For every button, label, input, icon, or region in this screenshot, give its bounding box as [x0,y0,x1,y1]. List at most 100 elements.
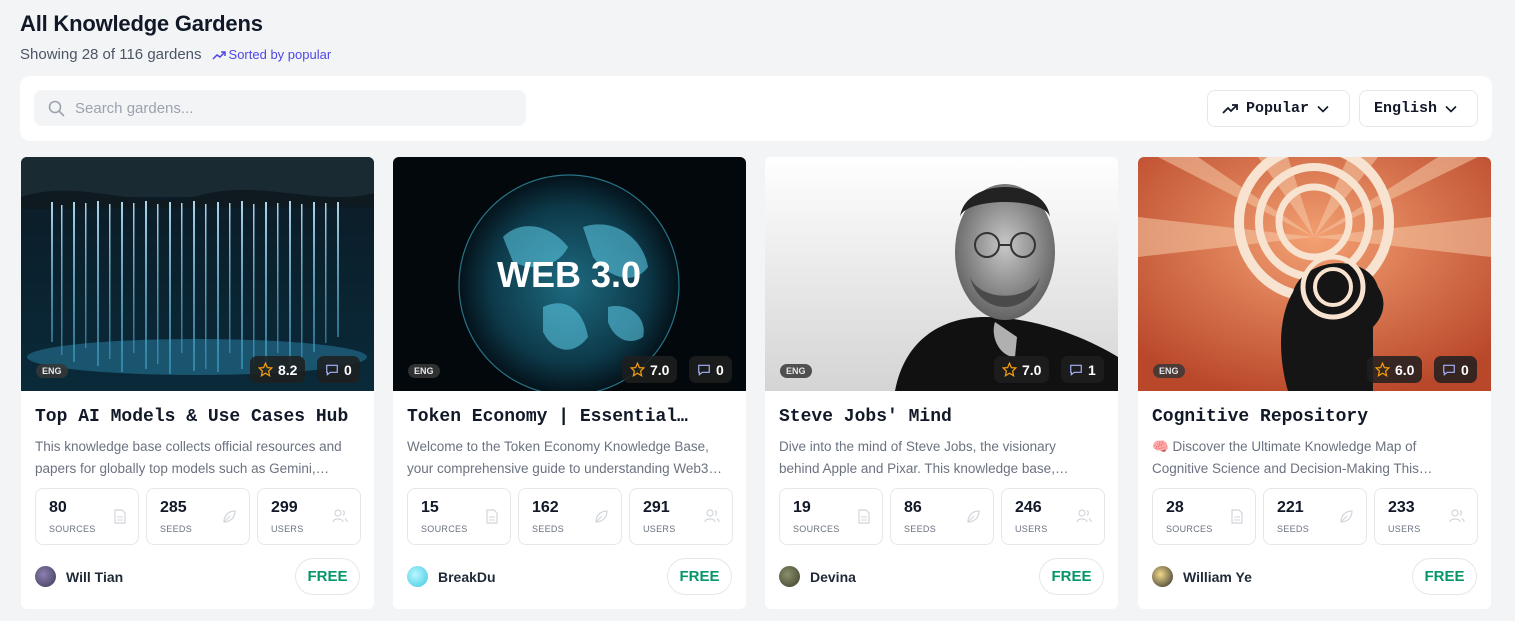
garden-card[interactable]: ENG 7.0 1 Steve Jobs' Mind Dive into the… [765,157,1118,609]
garden-card[interactable]: WEB 3.0 ENG 7.0 0 Token Economy | Essent… [393,157,746,609]
comments-count: 0 [716,361,724,378]
card-thumbnail[interactable]: ENG 6.0 0 [1138,157,1491,391]
users-icon [332,509,348,523]
filter-toolbar: Popular English [20,76,1492,141]
language-select-value: English [1374,100,1438,117]
price-badge[interactable]: FREE [295,558,360,595]
card-title[interactable]: Top AI Models & Use Cases Hub [35,407,360,427]
search-input[interactable] [75,99,495,117]
comments-pill: 1 [1061,356,1104,383]
comment-icon [1443,364,1455,376]
users-icon [704,509,720,523]
garden-card[interactable]: ENG 6.0 0 Cognitive Repository 🧠 Discove… [1138,157,1491,609]
rating-value: 7.0 [1022,361,1042,378]
document-icon [858,509,870,524]
star-icon [630,362,645,377]
star-icon [1002,362,1017,377]
author-name: Will Tian [66,568,124,585]
author[interactable]: BreakDu [407,566,496,587]
seeds-count: 285 [160,499,187,516]
chevron-down-icon [1317,105,1329,113]
rating-value: 7.0 [650,361,670,378]
users-stat: 246 USERS [1001,488,1105,545]
sort-select[interactable]: Popular [1207,90,1350,127]
document-icon [486,509,498,524]
users-label: USERS [271,524,304,534]
sources-stat: 15 SOURCES [407,488,511,545]
seeds-label: SEEDS [904,524,937,534]
chevron-down-icon [1445,105,1457,113]
author-name: BreakDu [438,568,496,585]
seeds-stat: 285 SEEDS [146,488,250,545]
rating-pill: 6.0 [1367,356,1423,383]
leaf-icon [595,510,608,523]
comments-pill: 0 [689,356,732,383]
language-badge: ENG [408,364,440,378]
users-label: USERS [1388,524,1421,534]
users-icon [1076,509,1092,523]
comments-count: 0 [344,361,352,378]
search-icon [48,100,65,116]
seeds-label: SEEDS [532,524,565,534]
leaf-icon [1340,510,1353,523]
sources-stat: 80 SOURCES [35,488,139,545]
seeds-count: 86 [904,499,922,516]
card-description: This knowledge base collects official re… [35,439,342,476]
trending-icon [1222,104,1238,114]
sources-label: SOURCES [793,524,840,534]
rating-value: 8.2 [278,361,298,378]
users-label: USERS [643,524,676,534]
avatar [35,566,56,587]
sort-label: Sorted by popular [228,47,332,62]
rating-pill: 7.0 [994,356,1050,383]
garden-card[interactable]: ENG 8.2 0 Top AI Models & Use Cases Hub … [21,157,374,609]
comments-count: 1 [1088,361,1096,378]
seeds-stat: 162 SEEDS [518,488,622,545]
card-title[interactable]: Token Economy | Essential… [407,407,732,427]
rating-value: 6.0 [1395,361,1415,378]
author-name: Devina [810,568,856,585]
sources-label: SOURCES [421,524,468,534]
leaf-icon [223,510,236,523]
avatar [407,566,428,587]
users-icon [1449,509,1465,523]
users-stat: 233 USERS [1374,488,1478,545]
avatar [1152,566,1173,587]
document-icon [1231,509,1243,524]
author[interactable]: Devina [779,566,856,587]
comments-pill: 0 [1434,356,1477,383]
author[interactable]: Will Tian [35,566,123,587]
seeds-stat: 86 SEEDS [890,488,994,545]
users-count: 246 [1015,499,1042,516]
price-badge[interactable]: FREE [1039,558,1104,595]
language-select[interactable]: English [1359,90,1478,127]
leaf-icon [967,510,980,523]
author-name: William Ye [1183,568,1252,585]
seeds-count: 162 [532,499,559,516]
sources-count: 19 [793,499,811,516]
sources-stat: 28 SOURCES [1152,488,1256,545]
card-description: 🧠 Discover the Ultimate Knowledge Map of… [1152,439,1419,476]
seeds-stat: 221 SEEDS [1263,488,1367,545]
sort-indicator[interactable]: Sorted by popular [212,47,332,62]
seeds-label: SEEDS [1277,524,1310,534]
card-title[interactable]: Steve Jobs' Mind [779,407,1104,427]
card-thumbnail[interactable]: ENG 7.0 1 [765,157,1118,391]
card-title[interactable]: Cognitive Repository [1152,407,1477,427]
language-badge: ENG [36,364,68,378]
results-summary: Showing 28 of 116 gardens Sorted by popu… [20,46,331,63]
card-description: Welcome to the Token Economy Knowledge B… [407,439,709,476]
price-badge[interactable]: FREE [667,558,732,595]
users-stat: 299 USERS [257,488,361,545]
card-thumbnail[interactable]: ENG 8.2 0 [21,157,374,391]
language-badge: ENG [1153,364,1185,378]
users-count: 291 [643,499,670,516]
sources-label: SOURCES [49,524,96,534]
price-badge[interactable]: FREE [1412,558,1477,595]
showing-count: Showing 28 of 116 gardens [20,46,202,63]
card-thumbnail[interactable]: WEB 3.0 ENG 7.0 0 [393,157,746,391]
star-icon [1375,362,1390,377]
search-box[interactable] [34,90,526,126]
author[interactable]: William Ye [1152,566,1252,587]
sources-count: 15 [421,499,439,516]
